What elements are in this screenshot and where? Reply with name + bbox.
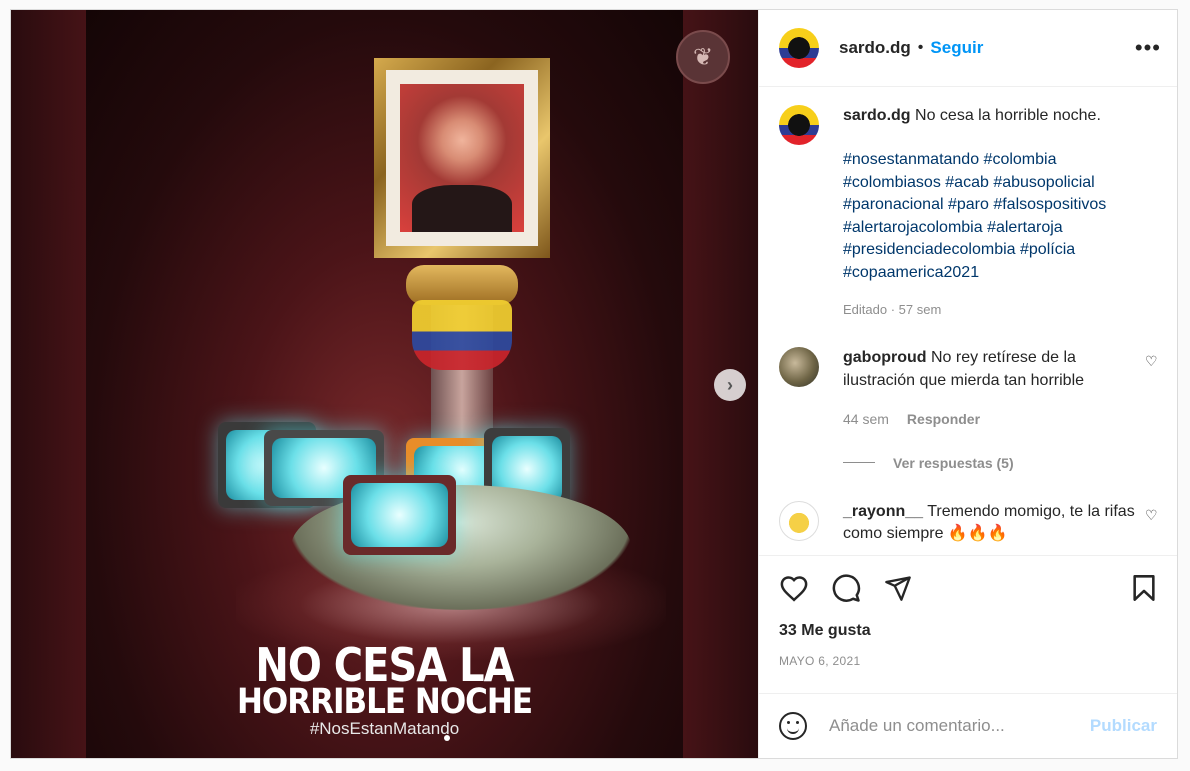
avatar[interactable] [779, 28, 819, 68]
reply-button[interactable]: Responder [907, 411, 980, 427]
carousel-dot [444, 735, 450, 741]
post-header: sardo.dg • Seguir ••• [759, 10, 1177, 87]
avatar[interactable] [779, 347, 819, 387]
comment-time: 44 sem [843, 411, 889, 427]
caption-username[interactable]: sardo.dg [843, 107, 911, 124]
view-replies-button[interactable]: Ver respuestas (5) [843, 455, 1161, 471]
next-image-button[interactable]: › [714, 369, 746, 401]
emoji-icon[interactable] [779, 712, 807, 740]
sheep-flock [291, 485, 631, 610]
avatar[interactable] [779, 105, 819, 145]
share-icon[interactable] [883, 574, 913, 602]
hashtag-line[interactable]: #paronacional #paro #falsospositivos [843, 194, 1106, 217]
comment: gaboproud No rey retírese de la ilustrac… [779, 347, 1161, 431]
comment-meta: 44 sem Responder [843, 408, 1145, 431]
column-capital [406, 265, 518, 305]
caption-meta: Editado · 57 sem [843, 302, 942, 317]
post-actions: 33 Me gusta MAYO 6, 2021 [759, 555, 1177, 693]
post-date: MAYO 6, 2021 [779, 654, 861, 668]
like-comment-icon[interactable]: ♡ [1145, 507, 1161, 546]
poster-subtitle: HORRIBLE NOCHE [236, 681, 533, 723]
hashtag-line[interactable]: #alertarojacolombia #alertaroja [843, 217, 1106, 240]
post-modal: ❦ NO CESA LA HORRIBLE NOCHE #NosEstanMat… [10, 9, 1178, 759]
comment-username[interactable]: gaboproud [843, 349, 927, 366]
caption: sardo.dg No cesa la horrible noche. #nos… [779, 105, 1161, 317]
tv [343, 475, 456, 555]
framed-portrait [374, 58, 550, 258]
comment-icon[interactable] [831, 573, 861, 603]
bookmark-icon[interactable] [1131, 574, 1157, 602]
avatar[interactable] [779, 500, 819, 541]
separator: • [917, 39, 924, 56]
post-comment-button[interactable]: Publicar [1090, 716, 1157, 736]
hashtag-line[interactable]: #copaamerica2021 [843, 262, 1106, 285]
add-comment-bar: Publicar [759, 693, 1177, 758]
comments-list[interactable]: sardo.dg No cesa la horrible noche. #nos… [759, 87, 1177, 555]
post-side-panel: sardo.dg • Seguir ••• sardo.dg No cesa l… [758, 10, 1177, 758]
comment-input[interactable] [829, 716, 1090, 736]
post-media: ❦ NO CESA LA HORRIBLE NOCHE #NosEstanMat… [11, 10, 758, 758]
caption-text: No cesa la horrible noche. [915, 107, 1101, 124]
caption-hashtags: #nosestanmatando #colombia #colombiasos … [843, 149, 1106, 284]
like-comment-icon[interactable]: ♡ [1145, 353, 1161, 431]
sheep-logo-icon: ❦ [676, 30, 730, 84]
colombia-flag [412, 300, 512, 370]
like-icon[interactable] [779, 574, 809, 602]
follow-button[interactable]: Seguir [930, 38, 983, 58]
likes-count[interactable]: 33 Me gusta [779, 622, 1157, 640]
comment-username[interactable]: _rayonn__ [843, 503, 923, 520]
author-username[interactable]: sardo.dg [839, 38, 911, 58]
post-image: ❦ NO CESA LA HORRIBLE NOCHE #NosEstanMat… [86, 10, 730, 758]
hashtag-line[interactable]: #colombiasos #acab #abusopolicial [843, 172, 1106, 195]
hashtag-line[interactable]: #presidenciadecolombia #polícia [843, 239, 1106, 262]
poster-hashtag: #NosEstanMatando [309, 719, 460, 738]
comment: _rayonn__ Tremendo momigo, te la rifas c… [779, 500, 1161, 546]
more-options-icon[interactable]: ••• [1135, 35, 1161, 61]
hashtag-line[interactable]: #nosestanmatando #colombia [843, 149, 1106, 172]
view-replies-label: Ver respuestas (5) [893, 454, 1014, 471]
